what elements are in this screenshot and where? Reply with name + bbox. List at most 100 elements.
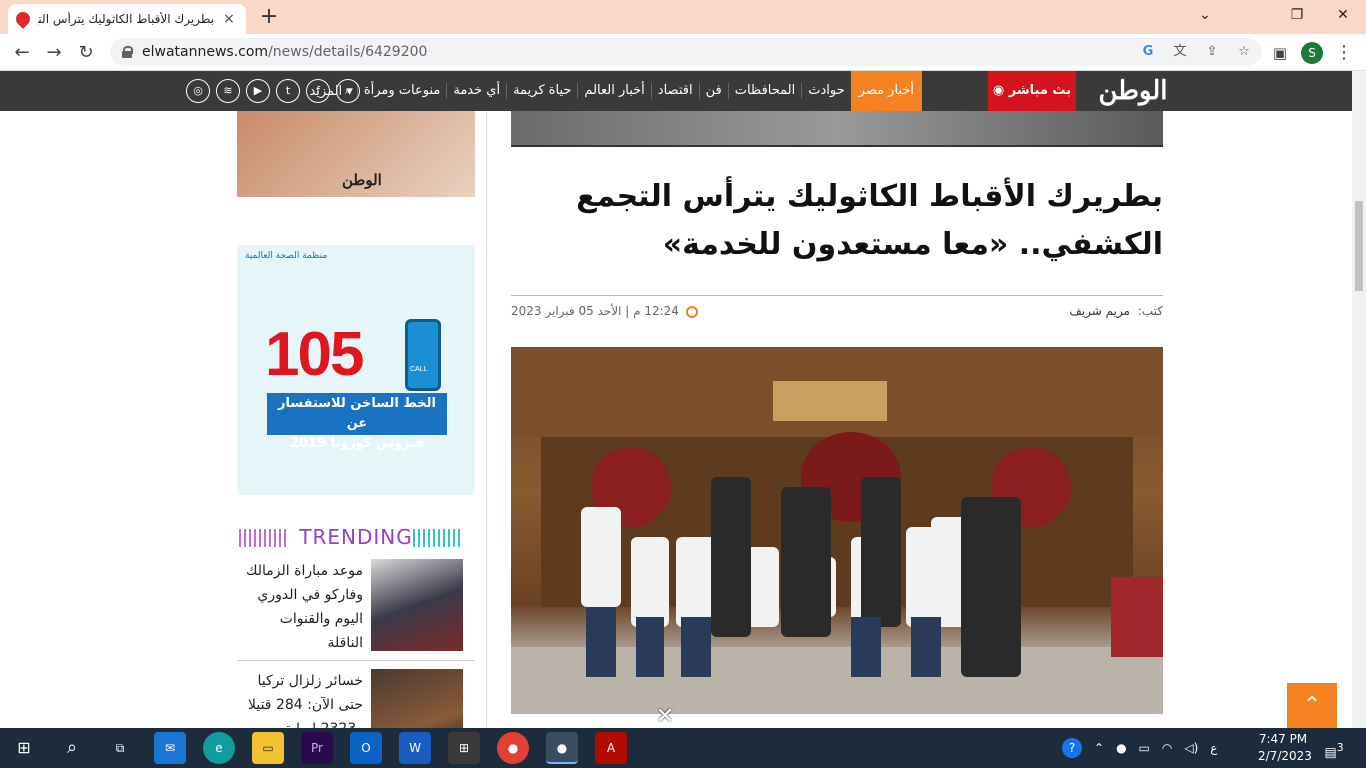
trending-title[interactable]: خسائر زلزال تركيا حتى الآن: 284 قتيلا و2… xyxy=(243,669,363,728)
language-indicator[interactable]: ع xyxy=(1210,741,1217,755)
menu-item-decent-life[interactable]: حياة كريمة xyxy=(506,83,577,99)
trending-header: TRENDING xyxy=(237,521,475,553)
notification-center-icon[interactable]: ▤3 xyxy=(1322,736,1346,760)
facebook-icon[interactable]: f xyxy=(306,79,330,103)
menu-item-art[interactable]: فن xyxy=(698,83,728,99)
address-bar[interactable]: elwatannews.com /news/details/6429200 G … xyxy=(110,38,1262,66)
site-header: الوطن ◉ بث مباشر أخبار مصر حوادث المحافظ… xyxy=(0,71,1352,111)
youtube-icon[interactable]: ▶ xyxy=(246,79,270,103)
divider xyxy=(237,660,475,661)
trending-item[interactable]: خسائر زلزال تركيا حتى الآن: 284 قتيلا و2… xyxy=(237,669,475,728)
trending-item[interactable]: موعد مباراة الزمالك وفاركو في الدوري الي… xyxy=(237,559,475,651)
previous-image xyxy=(511,111,1163,147)
back-to-top-button[interactable]: ⌃ xyxy=(1287,683,1337,728)
scrollbar-thumb[interactable] xyxy=(1355,201,1363,291)
close-ad-icon[interactable]: ✕ xyxy=(655,706,675,728)
windows-taskbar: ⊞ ⌕ ⧉ ✉ e ▭ Pr O W ⊞ ● ● A ? ⌃ ● ▭ ◠ ◁) … xyxy=(0,728,1366,768)
file-explorer-icon[interactable]: ▭ xyxy=(252,732,284,764)
article-date: 12:24 م | الأحد 05 فبراير 2023 xyxy=(511,304,698,318)
live-label: بث مباشر xyxy=(1008,83,1072,98)
trending-thumbnail[interactable] xyxy=(371,559,463,651)
close-window-button[interactable]: ✕ xyxy=(1320,0,1366,30)
menu-item-economy[interactable]: اقتصاد xyxy=(650,83,699,99)
author-prefix: كتب: xyxy=(1137,304,1163,318)
start-icon[interactable]: ⊞ xyxy=(8,732,40,764)
menu-item-variety-women[interactable]: منوعات ومرأة xyxy=(356,83,447,99)
menu-item-accidents[interactable]: حوادث xyxy=(801,83,850,99)
volume-icon[interactable]: ◁) xyxy=(1184,741,1198,755)
instagram-icon[interactable]: ◎ xyxy=(186,79,210,103)
who-logo: منظمة الصحة العالمية xyxy=(245,251,328,261)
profile-avatar[interactable]: S xyxy=(1301,42,1323,64)
translate-icon[interactable]: 文 xyxy=(1170,42,1190,62)
chrome-icon[interactable]: ● xyxy=(497,732,529,764)
hotline-line2: فيروس كورونا 2019 xyxy=(289,436,425,451)
rss-icon[interactable]: ≋ xyxy=(216,79,240,103)
broadcast-icon: ◉ xyxy=(992,83,1009,98)
article-author: كتب: مريم شريف xyxy=(1069,304,1163,318)
new-tab-button[interactable]: + xyxy=(256,5,282,31)
chevron-up-icon[interactable]: ⌃ xyxy=(1094,741,1104,755)
acrobat-icon[interactable]: A xyxy=(595,732,627,764)
url-domain: elwatannews.com xyxy=(142,44,269,60)
hotline-number: 105 xyxy=(265,320,364,389)
menu-kebab-icon[interactable]: ⋮ xyxy=(1330,39,1358,67)
edge-icon[interactable]: e xyxy=(203,732,235,764)
menu-item-world-news[interactable]: أخبار العالم xyxy=(577,83,650,99)
menu-item-any-service[interactable]: أي خدمة xyxy=(446,83,506,99)
twitter-icon[interactable]: t xyxy=(276,79,300,103)
page-content: الوطن منظمة الصحة العالمية 105 CALL الخط… xyxy=(0,111,1352,728)
notification-count: 3 xyxy=(1336,741,1344,754)
lock-icon[interactable] xyxy=(122,46,133,58)
security-icon[interactable]: ● xyxy=(1116,741,1126,755)
share-icon[interactable]: ⇪ xyxy=(1202,42,1222,62)
restore-window-button[interactable]: ❐ xyxy=(1274,0,1320,30)
clock-time: 7:47 PM xyxy=(1258,732,1308,746)
page-scrollbar[interactable] xyxy=(1352,71,1366,728)
browser-titlebar: بطريرك الأقباط الكاثوليك يترأس التج × + … xyxy=(0,0,1366,34)
word-icon[interactable]: W xyxy=(399,732,431,764)
chrome-profile-icon[interactable]: ● xyxy=(546,732,578,764)
sidebar-banner-image[interactable]: الوطن xyxy=(237,111,475,197)
store-icon[interactable]: ⊞ xyxy=(448,732,480,764)
clock-date: 2/7/2023 xyxy=(1258,749,1312,763)
tab-close-icon[interactable]: × xyxy=(220,10,238,28)
search-icon[interactable]: ⌕ xyxy=(56,732,88,764)
help-icon[interactable]: ? xyxy=(1062,738,1082,758)
hotline-banner: الخط الساخن للاستفسار عن فيروس كورونا 20… xyxy=(267,393,447,451)
site-logo[interactable]: الوطن xyxy=(1098,75,1168,107)
hotline-line1: الخط الساخن للاستفسار عن xyxy=(278,396,436,431)
trending-title[interactable]: موعد مباراة الزمالك وفاركو في الدوري الي… xyxy=(243,559,363,655)
wifi-icon[interactable]: ◠ xyxy=(1162,741,1172,755)
taskbar-clock[interactable]: 7:47 PM 2/7/2023 xyxy=(1258,731,1312,765)
back-icon[interactable]: ← xyxy=(8,39,36,67)
menu-item-governorates[interactable]: المحافظات xyxy=(727,83,802,99)
trending-label: TRENDING xyxy=(299,525,413,549)
task-view-icon[interactable]: ⧉ xyxy=(104,732,136,764)
photo-scene xyxy=(511,347,1163,714)
outlook-icon[interactable]: O xyxy=(350,732,382,764)
mail-icon[interactable]: ✉ xyxy=(154,732,186,764)
article-photo[interactable] xyxy=(511,347,1163,714)
tab-search-icon[interactable]: ⌄ xyxy=(1182,0,1228,30)
tab-title: بطريرك الأقباط الكاثوليك يترأس التج xyxy=(38,12,214,26)
side-panel-icon[interactable]: ▣ xyxy=(1266,39,1294,67)
column-divider xyxy=(486,111,487,728)
search-icon[interactable]: ⌕ xyxy=(336,79,360,103)
clock-icon xyxy=(685,305,698,318)
google-icon[interactable]: G xyxy=(1138,42,1158,62)
browser-tab[interactable]: بطريرك الأقباط الكاثوليك يترأس التج × xyxy=(8,4,246,34)
site-favicon-icon xyxy=(13,9,33,29)
corona-hotline-ad[interactable]: منظمة الصحة العالمية 105 CALL الخط الساخ… xyxy=(237,245,475,495)
bookmark-star-icon[interactable]: ☆ xyxy=(1234,42,1254,62)
reload-icon[interactable]: ↻ xyxy=(72,39,100,67)
social-links: ◎ ≋ ▶ t f ⌕ xyxy=(186,79,360,103)
menu-item-egypt-news[interactable]: أخبار مصر xyxy=(850,71,922,111)
live-stream-button[interactable]: ◉ بث مباشر xyxy=(988,71,1076,111)
main-menu: أخبار مصر حوادث المحافظات فن اقتصاد أخبا… xyxy=(309,71,922,111)
trending-thumbnail[interactable] xyxy=(371,669,463,728)
premiere-icon[interactable]: Pr xyxy=(301,732,333,764)
battery-icon[interactable]: ▭ xyxy=(1139,741,1150,755)
author-name[interactable]: مريم شريف xyxy=(1069,304,1130,318)
forward-icon[interactable]: → xyxy=(40,39,68,67)
